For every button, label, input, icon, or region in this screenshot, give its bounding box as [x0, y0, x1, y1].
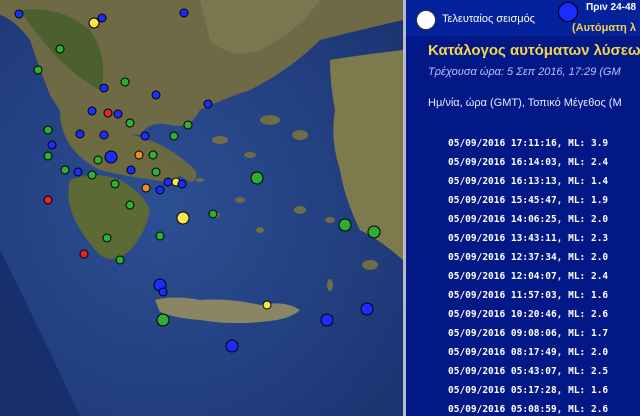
quake-marker-yellow-large[interactable] [176, 211, 190, 225]
quake-list-item[interactable]: 05/09/2016 05:08:59, ML: 2.6 [448, 404, 608, 415]
quake-list-item[interactable]: 05/09/2016 17:11:16, ML: 3.9 [448, 138, 608, 149]
quake-list-item[interactable]: 05/09/2016 09:08:06, ML: 1.7 [448, 328, 608, 339]
legend-automatic-label: (Αυτόματη λ [572, 22, 636, 34]
quake-marker-red[interactable] [103, 108, 113, 118]
quake-marker-green[interactable] [110, 179, 120, 189]
quake-marker-green[interactable] [151, 167, 161, 177]
quake-marker-green[interactable] [169, 131, 179, 141]
quake-marker-green[interactable] [87, 170, 97, 180]
quake-marker-red[interactable] [79, 249, 89, 259]
legend-blue-label: Πριν 24-48 [586, 2, 637, 13]
quake-marker-green-large[interactable] [156, 313, 170, 327]
quake-marker-green[interactable] [120, 77, 130, 87]
quake-list-item[interactable]: 05/09/2016 15:45:47, ML: 1.9 [448, 195, 608, 206]
island [325, 217, 335, 223]
quake-list-item[interactable]: 05/09/2016 16:14:03, ML: 2.4 [448, 157, 608, 168]
quake-marker-blue[interactable] [155, 185, 165, 195]
quake-marker-blue[interactable] [158, 287, 168, 297]
quake-marker-blue[interactable] [163, 177, 173, 187]
quake-marker-blue[interactable] [179, 8, 189, 18]
quake-list-item[interactable]: 05/09/2016 10:20:46, ML: 2.6 [448, 309, 608, 320]
quake-marker-green[interactable] [115, 255, 125, 265]
quake-list-item[interactable]: 05/09/2016 12:37:34, ML: 2.0 [448, 252, 608, 263]
quake-list-item[interactable]: 05/09/2016 12:04:07, ML: 2.4 [448, 271, 608, 282]
quake-marker-blue[interactable] [75, 129, 85, 139]
quake-marker-red[interactable] [43, 195, 53, 205]
current-time: Τρέχουσα ώρα: 5 Σεπ 2016, 17:29 (GM [428, 66, 621, 78]
island [256, 227, 264, 233]
island [212, 136, 228, 144]
quake-list-item[interactable]: 05/09/2016 11:57:03, ML: 1.6 [448, 290, 608, 301]
quake-list-item[interactable]: 05/09/2016 13:43:11, ML: 2.3 [448, 233, 608, 244]
quake-marker-yellow[interactable] [262, 300, 272, 310]
panel-title: Κατάλογος αυτόματων λύσεω [428, 42, 640, 59]
quake-marker-green[interactable] [102, 233, 112, 243]
quake-marker-blue[interactable] [113, 109, 123, 119]
quake-marker-orange[interactable] [141, 183, 151, 193]
island [196, 178, 204, 182]
quake-marker-blue-large[interactable] [104, 150, 118, 164]
quake-marker-green[interactable] [183, 120, 193, 130]
quake-marker-blue[interactable] [140, 131, 150, 141]
blue-marker-icon [558, 2, 578, 22]
quake-marker-green-large[interactable] [367, 225, 381, 239]
quake-marker-blue[interactable] [87, 106, 97, 116]
quake-marker-blue[interactable] [14, 9, 24, 19]
island [294, 206, 306, 214]
map-svg [0, 0, 403, 416]
quake-marker-blue[interactable] [203, 99, 213, 109]
quake-marker-green[interactable] [33, 65, 43, 75]
quake-marker-orange[interactable] [134, 150, 144, 160]
satellite-map[interactable] [0, 0, 403, 416]
column-header: Ημ/νία, ώρα (GMT), Τοπικό Μέγεθος (Μ [428, 97, 622, 109]
island [235, 197, 245, 203]
quake-marker-green[interactable] [93, 155, 103, 165]
island [260, 115, 280, 125]
quake-marker-green[interactable] [125, 200, 135, 210]
quake-marker-yellow[interactable] [88, 17, 100, 29]
quake-list-item[interactable]: 05/09/2016 05:43:07, ML: 2.5 [448, 366, 608, 377]
quake-marker-blue-large[interactable] [225, 339, 239, 353]
quake-marker-blue[interactable] [99, 130, 109, 140]
quake-marker-blue[interactable] [99, 83, 109, 93]
quake-marker-green[interactable] [148, 150, 158, 160]
quake-marker-blue[interactable] [97, 13, 107, 23]
quake-marker-blue[interactable] [126, 165, 136, 175]
quake-marker-green[interactable] [43, 151, 53, 161]
quake-list-panel: Τελευταίος σεισμός Πριν 24-48 (Αυτόματη … [406, 0, 640, 416]
legend-last-quake-label: Τελευταίος σεισμός [442, 13, 535, 25]
quake-marker-blue[interactable] [151, 90, 161, 100]
quake-marker-blue[interactable] [177, 179, 187, 189]
quake-marker-green[interactable] [55, 44, 65, 54]
quake-list-item[interactable]: 05/09/2016 08:17:49, ML: 2.0 [448, 347, 608, 358]
quake-marker-green[interactable] [60, 165, 70, 175]
quake-marker-green-large[interactable] [250, 171, 264, 185]
quake-marker-blue[interactable] [73, 167, 83, 177]
quake-marker-blue-large[interactable] [320, 313, 334, 327]
quake-marker-blue-large[interactable] [360, 302, 374, 316]
quake-list-item[interactable]: 05/09/2016 05:17:28, ML: 1.6 [448, 385, 608, 396]
quake-marker-green[interactable] [43, 125, 53, 135]
island [292, 130, 308, 140]
last-quake-marker-icon [416, 10, 436, 30]
quake-list-item[interactable]: 05/09/2016 16:13:13, ML: 1.4 [448, 176, 608, 187]
legend-bar: Τελευταίος σεισμός Πριν 24-48 (Αυτόματη … [406, 0, 640, 36]
quake-marker-green-large[interactable] [338, 218, 352, 232]
quake-marker-green[interactable] [155, 231, 165, 241]
island [244, 152, 256, 158]
rhodes [362, 260, 378, 270]
quake-marker-green[interactable] [125, 118, 135, 128]
quake-marker-blue[interactable] [47, 140, 57, 150]
quake-list-item[interactable]: 05/09/2016 14:06:25, ML: 2.0 [448, 214, 608, 225]
karpathos [327, 279, 333, 291]
quake-marker-green[interactable] [208, 209, 218, 219]
